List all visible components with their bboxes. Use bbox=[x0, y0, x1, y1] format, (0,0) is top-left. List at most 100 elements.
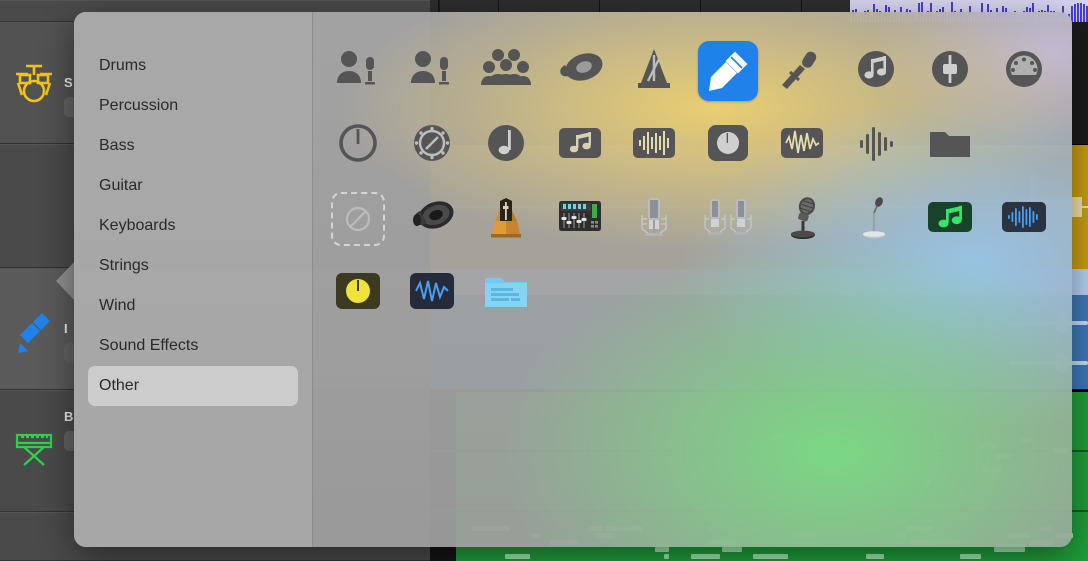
quarter-note-circle-icon[interactable] bbox=[476, 115, 536, 175]
category-label: Wind bbox=[99, 297, 136, 314]
icon-grid-row bbox=[321, 34, 1072, 108]
music-note-circle-icon[interactable] bbox=[846, 41, 906, 101]
marker-pen-icon[interactable] bbox=[698, 41, 758, 101]
icon-cell[interactable] bbox=[765, 108, 839, 182]
boom-mic-stand-icon[interactable] bbox=[846, 189, 906, 249]
waveform-tile-icon[interactable] bbox=[624, 115, 684, 175]
icon-cell[interactable] bbox=[765, 182, 839, 256]
category-item-percussion[interactable]: Percussion bbox=[88, 86, 298, 126]
midi-note bbox=[722, 547, 734, 552]
icon-cell[interactable] bbox=[839, 34, 913, 108]
green-notes-tile-icon[interactable] bbox=[920, 189, 980, 249]
icon-cell[interactable] bbox=[543, 182, 617, 256]
mic-stand-icon[interactable] bbox=[772, 41, 832, 101]
icon-grid-row bbox=[321, 182, 1072, 256]
track-icon-popover[interactable]: Drums Percussion Bass Guitar Keyboards String… bbox=[74, 12, 1072, 547]
track-name-label: S bbox=[64, 75, 73, 90]
category-label: Strings bbox=[99, 257, 149, 274]
gauge-dial-icon[interactable] bbox=[402, 115, 462, 175]
category-item-other[interactable]: Other bbox=[88, 366, 298, 406]
mixing-console-icon[interactable] bbox=[550, 189, 610, 249]
category-label: Sound Effects bbox=[99, 337, 199, 354]
midi-note bbox=[866, 554, 884, 559]
no-icon[interactable] bbox=[328, 189, 388, 249]
jack-plug-circle-icon[interactable] bbox=[920, 41, 980, 101]
audio-wave-tile-icon[interactable] bbox=[772, 115, 832, 175]
icon-cell[interactable] bbox=[839, 182, 913, 256]
icon-cell[interactable] bbox=[691, 34, 765, 108]
icon-cell[interactable] bbox=[321, 34, 395, 108]
category-label: Bass bbox=[99, 137, 135, 154]
knob-circle-icon[interactable] bbox=[328, 115, 388, 175]
singer-male-mic-alt-icon[interactable] bbox=[402, 41, 462, 101]
category-item-bass[interactable]: Bass bbox=[88, 126, 298, 166]
icon-cell[interactable] bbox=[469, 34, 543, 108]
icon-cell[interactable] bbox=[617, 34, 691, 108]
icon-cell[interactable] bbox=[395, 182, 469, 256]
vocal-group-icon[interactable] bbox=[476, 41, 536, 101]
icon-cell[interactable] bbox=[839, 108, 913, 182]
oscilloscope-tile-icon[interactable] bbox=[402, 263, 462, 323]
icon-cell[interactable] bbox=[987, 34, 1061, 108]
level-bars-icon[interactable] bbox=[846, 115, 906, 175]
icon-cell[interactable] bbox=[469, 182, 543, 256]
category-sidebar[interactable]: Drums Percussion Bass Guitar Keyboards String… bbox=[74, 12, 313, 547]
icon-cell[interactable] bbox=[913, 34, 987, 108]
icon-cell[interactable] bbox=[469, 108, 543, 182]
keyboard-stand-icon[interactable] bbox=[12, 425, 56, 469]
folder-icon[interactable] bbox=[920, 115, 980, 175]
blue-waveform-tile-icon[interactable] bbox=[994, 189, 1054, 249]
category-item-drums[interactable]: Drums bbox=[88, 46, 298, 86]
icon-cell[interactable] bbox=[617, 108, 691, 182]
icon-cell[interactable] bbox=[617, 182, 691, 256]
singer-male-mic-icon[interactable] bbox=[328, 41, 388, 101]
midi-note bbox=[664, 554, 669, 559]
icon-grid-row bbox=[321, 256, 1072, 330]
metronome-icon[interactable] bbox=[624, 41, 684, 101]
midi-note bbox=[994, 547, 1016, 552]
no-icon-glyph bbox=[331, 192, 385, 246]
waveform-bar bbox=[1083, 4, 1085, 22]
icon-cell[interactable] bbox=[469, 256, 543, 330]
track-name-label: B bbox=[64, 409, 74, 424]
midi-note bbox=[691, 554, 720, 559]
beamed-notes-tile-icon[interactable] bbox=[550, 115, 610, 175]
stereo-mic-pair-icon[interactable] bbox=[698, 189, 758, 249]
icon-grid[interactable] bbox=[313, 12, 1072, 547]
midi-port-icon[interactable] bbox=[994, 41, 1054, 101]
blue-folder-icon[interactable] bbox=[476, 263, 536, 323]
yellow-knob-tile-icon[interactable] bbox=[328, 263, 388, 323]
category-item-strings[interactable]: Strings bbox=[88, 246, 298, 286]
category-item-wind[interactable]: Wind bbox=[88, 286, 298, 326]
icon-cell[interactable] bbox=[691, 182, 765, 256]
icon-cell[interactable] bbox=[987, 182, 1061, 256]
wooden-metronome-icon[interactable] bbox=[476, 189, 536, 249]
icon-cell[interactable] bbox=[395, 34, 469, 108]
icon-cell[interactable] bbox=[321, 108, 395, 182]
icon-cell[interactable] bbox=[321, 256, 395, 330]
category-item-guitar[interactable]: Guitar bbox=[88, 166, 298, 206]
icon-cell[interactable] bbox=[913, 182, 987, 256]
icon-cell[interactable] bbox=[543, 108, 617, 182]
icon-cell[interactable] bbox=[913, 108, 987, 182]
condenser-mic-icon[interactable] bbox=[624, 189, 684, 249]
woofer-speaker-icon[interactable] bbox=[402, 189, 462, 249]
midi-note bbox=[753, 554, 782, 559]
category-item-keyboards[interactable]: Keyboards bbox=[88, 206, 298, 246]
icon-cell[interactable] bbox=[543, 34, 617, 108]
icon-cell[interactable] bbox=[395, 256, 469, 330]
category-label: Keyboards bbox=[99, 217, 176, 234]
icon-cell[interactable] bbox=[395, 108, 469, 182]
icon-cell[interactable] bbox=[691, 108, 765, 182]
icon-cell[interactable] bbox=[321, 182, 395, 256]
marker-pen-icon[interactable] bbox=[12, 307, 56, 353]
speaker-cone-icon[interactable] bbox=[550, 41, 610, 101]
waveform-bar bbox=[1080, 3, 1082, 22]
drumkit-icon[interactable] bbox=[12, 61, 56, 105]
midi-note bbox=[655, 547, 669, 552]
category-item-sound-effects[interactable]: Sound Effects bbox=[88, 326, 298, 366]
knob-square-icon[interactable] bbox=[698, 115, 758, 175]
studio-mic-stand-icon[interactable] bbox=[772, 189, 832, 249]
icon-cell[interactable] bbox=[765, 34, 839, 108]
category-label: Other bbox=[99, 377, 140, 394]
